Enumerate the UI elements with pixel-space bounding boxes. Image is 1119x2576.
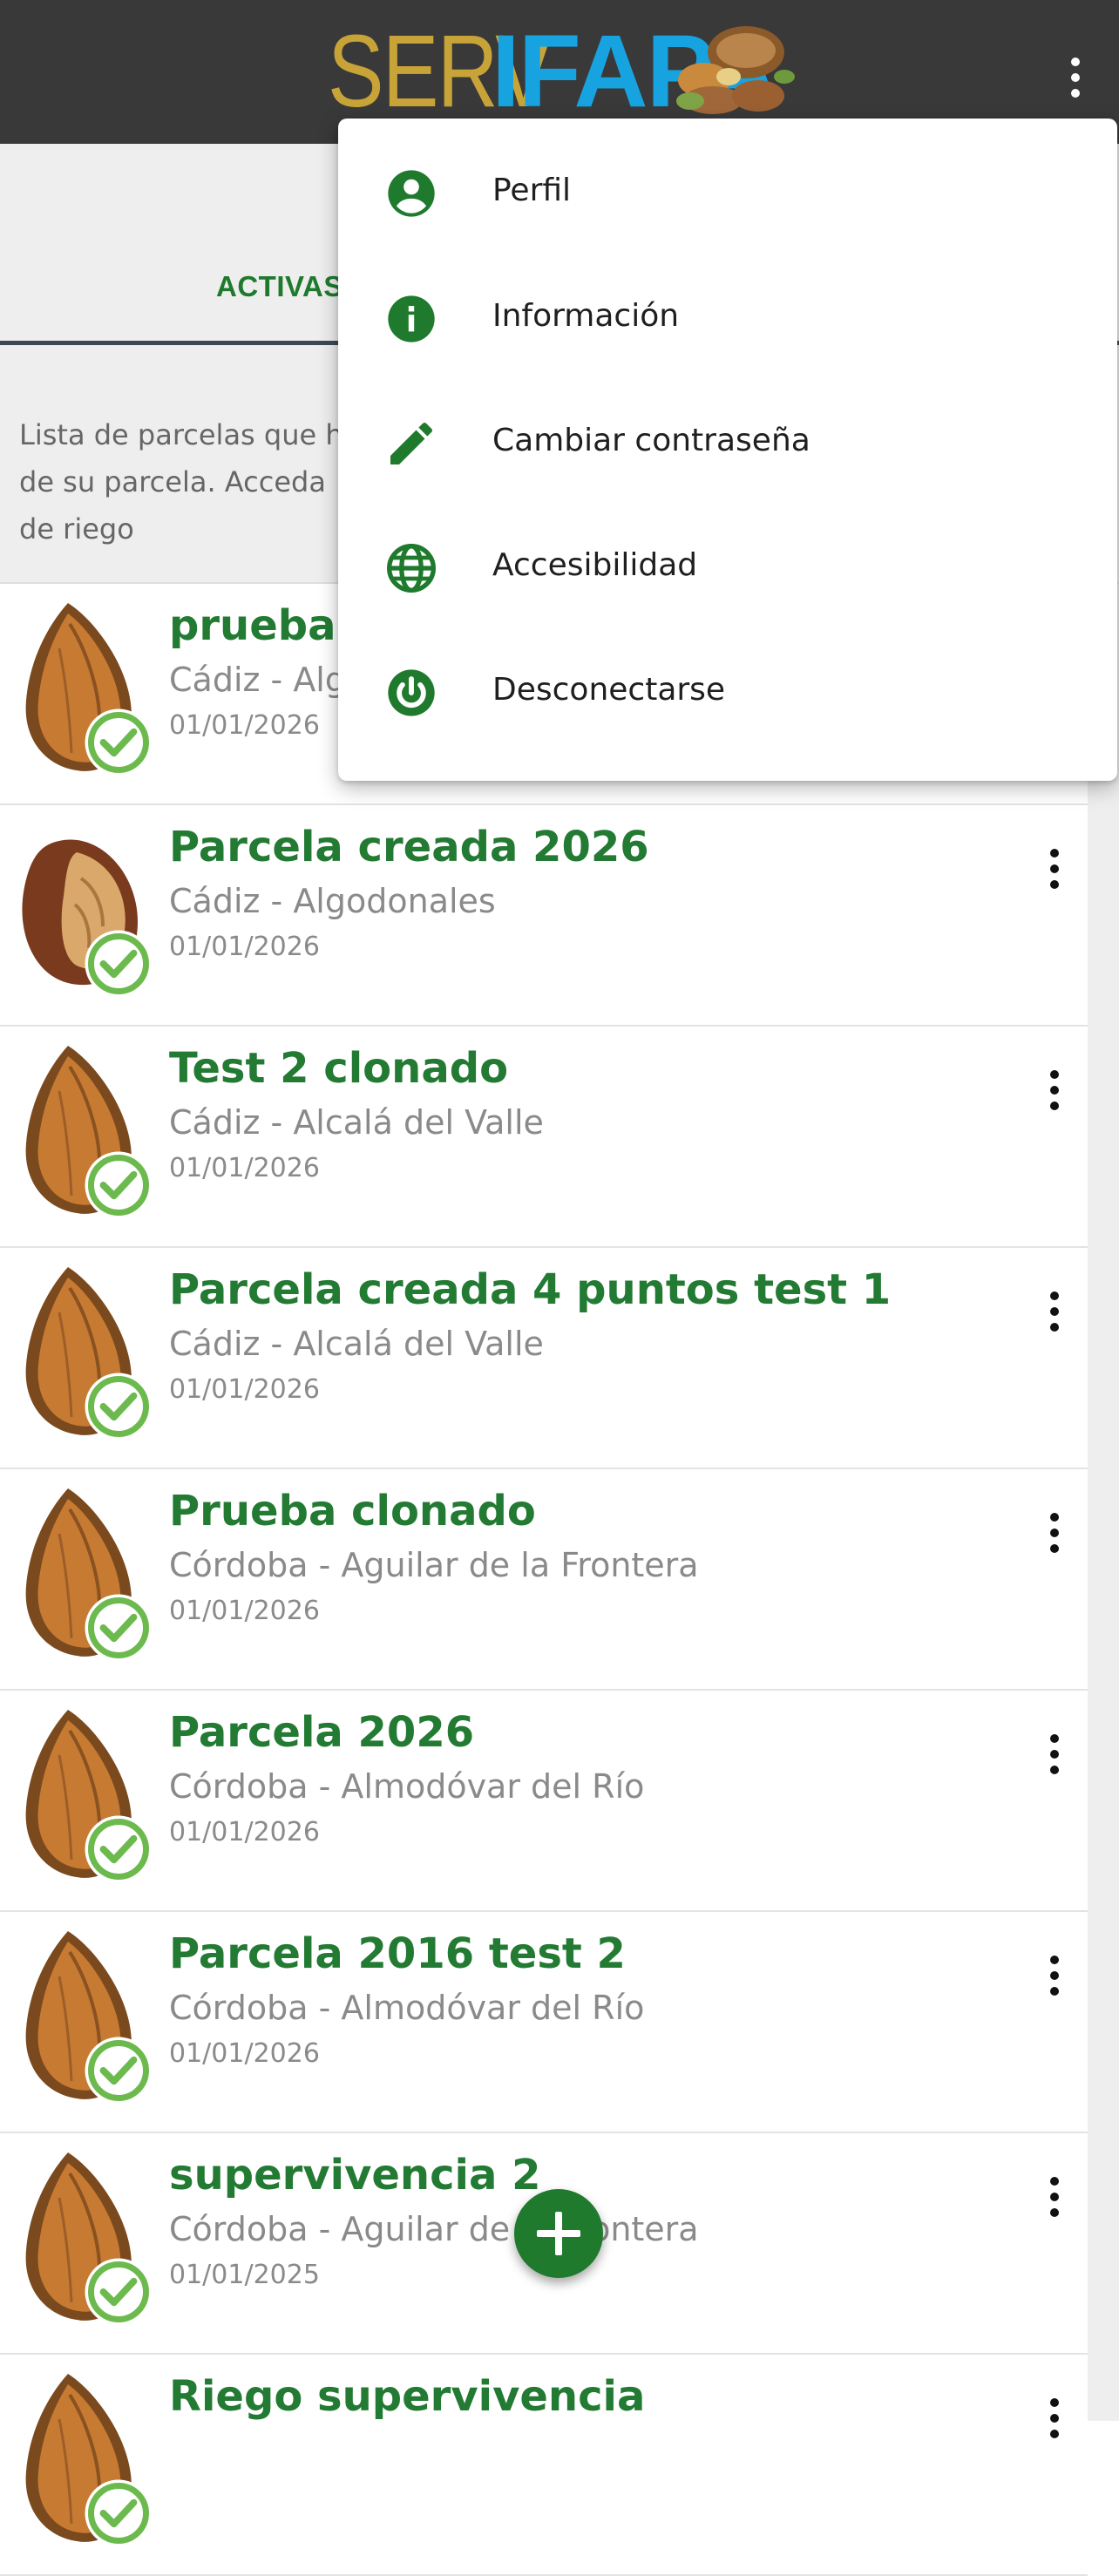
parcel-location: Cádiz - Alcalá del Valle [169,1103,544,1142]
check-icon [82,2477,155,2553]
parcel-date: 01/01/2026 [169,932,320,962]
parcel-title: prueba [169,601,336,650]
overflow-menu: Perfil Información Cambiar contraseña Acces… [338,119,1117,781]
almond-icon [16,596,155,779]
check-icon [82,1591,155,1668]
pencil-icon [383,416,439,471]
parcel-title: Riego supervivencia [169,2372,646,2421]
menu-item-label: Accesibilidad [492,547,698,583]
menu-item-label: Perfil [492,173,572,208]
parcel-location: Córdoba - Aguilar de la Frontera [169,2210,699,2248]
row-more-options-icon[interactable] [1046,1513,1063,1565]
row-more-options-icon[interactable] [1046,1070,1063,1122]
check-icon [82,1149,155,1225]
parcel-date: 01/01/2026 [169,1374,320,1405]
parcel-title: supervivencia 2 [169,2151,541,2200]
row-more-options-icon[interactable] [1046,1734,1063,1786]
check-icon [82,927,155,1004]
parcel-title: Parcela 2026 [169,1708,475,1757]
parcel-row[interactable]: Test 2 clonado Cádiz - Alcalá del Valle 01… [0,1027,1088,1248]
almond-icon [16,2146,155,2329]
overflow-menu-button[interactable] [1065,58,1086,106]
menu-item-perfil[interactable]: Perfil [338,131,1117,256]
parcel-date: 01/01/2026 [169,2038,320,2069]
info-icon [383,291,439,347]
intro-line-3: de riego [19,512,134,546]
almond-icon [16,2367,155,2550]
menu-item-informacion[interactable]: Información [338,256,1117,382]
almond-icon [16,1481,155,1664]
parcel-row[interactable]: Riego supervivencia [0,2355,1088,2576]
parcel-date: 01/01/2025 [169,2260,320,2290]
parcel-title: Parcela 2016 test 2 [169,1929,626,1978]
check-icon [82,2255,155,2332]
row-more-options-icon[interactable] [1046,849,1063,901]
parcel-row[interactable]: Parcela 2016 test 2 Córdoba - Almodóvar d… [0,1912,1088,2133]
menu-item-desconectarse[interactable]: Desconectarse [338,630,1117,756]
globe-icon [383,540,439,596]
parcel-row[interactable]: Prueba clonado Córdoba - Aguilar de la Fr… [0,1469,1088,1691]
walnut-icon [16,817,155,1000]
menu-item-cambiar-contrasena[interactable]: Cambiar contraseña [338,381,1117,506]
add-parcel-button[interactable] [514,2189,603,2278]
parcel-row[interactable]: Parcela creada 4 puntos test 1 Cádiz - Al… [0,1248,1088,1469]
parcel-location: Córdoba - Almodóvar del Río [169,1989,645,2027]
check-icon [82,1813,155,1889]
intro-line-2: de su parcela. Acceda [19,465,326,498]
power-icon [383,665,439,721]
app-logo: SERV IFAPA [328,17,780,126]
parcel-title: Test 2 clonado [169,1044,509,1093]
parcel-title: Parcela creada 2026 [169,823,649,871]
parcel-location: Cádiz - Alcalá del Valle [169,1325,544,1363]
row-more-options-icon[interactable] [1046,2177,1063,2229]
menu-item-accesibilidad[interactable]: Accesibilidad [338,505,1117,631]
tab-activas[interactable]: ACTIVAS [216,270,343,303]
account-circle-icon [383,166,439,221]
parcel-location: Córdoba - Aguilar de la Frontera [169,1546,699,1584]
check-icon [82,1370,155,1447]
parcel-row[interactable]: Parcela 2026 Córdoba - Almodóvar del Río 0… [0,1691,1088,1912]
parcel-list: prueba Cádiz - Alg 01/01/2026 Parcela cread… [0,584,1088,2576]
check-icon [82,2034,155,2111]
parcel-title: Prueba clonado [169,1487,536,1535]
parcel-date: 01/01/2026 [169,1153,320,1183]
scrollbar-track[interactable] [1088,584,1119,2421]
menu-item-label: Desconectarse [492,672,726,708]
parcel-location: Córdoba - Almodóvar del Río [169,1767,645,1806]
parcel-location: Cádiz - Algodonales [169,882,496,920]
menu-item-label: Información [492,298,680,334]
almond-icon [16,1924,155,2107]
row-more-options-icon[interactable] [1046,1291,1063,1344]
row-more-options-icon[interactable] [1046,2398,1063,2451]
parcel-location: Cádiz - Alg [169,661,346,699]
check-icon [82,706,155,783]
parcel-date: 01/01/2026 [169,1817,320,1847]
nuts-logo-icon [676,26,795,114]
almond-icon [16,1260,155,1443]
parcel-row[interactable]: Parcela creada 2026 Cádiz - Algodonales 01… [0,805,1088,1027]
almond-icon [16,1703,155,1886]
parcel-date: 01/01/2026 [169,710,320,741]
parcel-date: 01/01/2026 [169,1596,320,1626]
row-more-options-icon[interactable] [1046,1956,1063,2008]
menu-item-label: Cambiar contraseña [492,423,810,458]
parcel-title: Parcela creada 4 puntos test 1 [169,1265,892,1314]
almond-icon [16,1039,155,1222]
intro-line-1: Lista de parcelas que ha [19,418,361,451]
